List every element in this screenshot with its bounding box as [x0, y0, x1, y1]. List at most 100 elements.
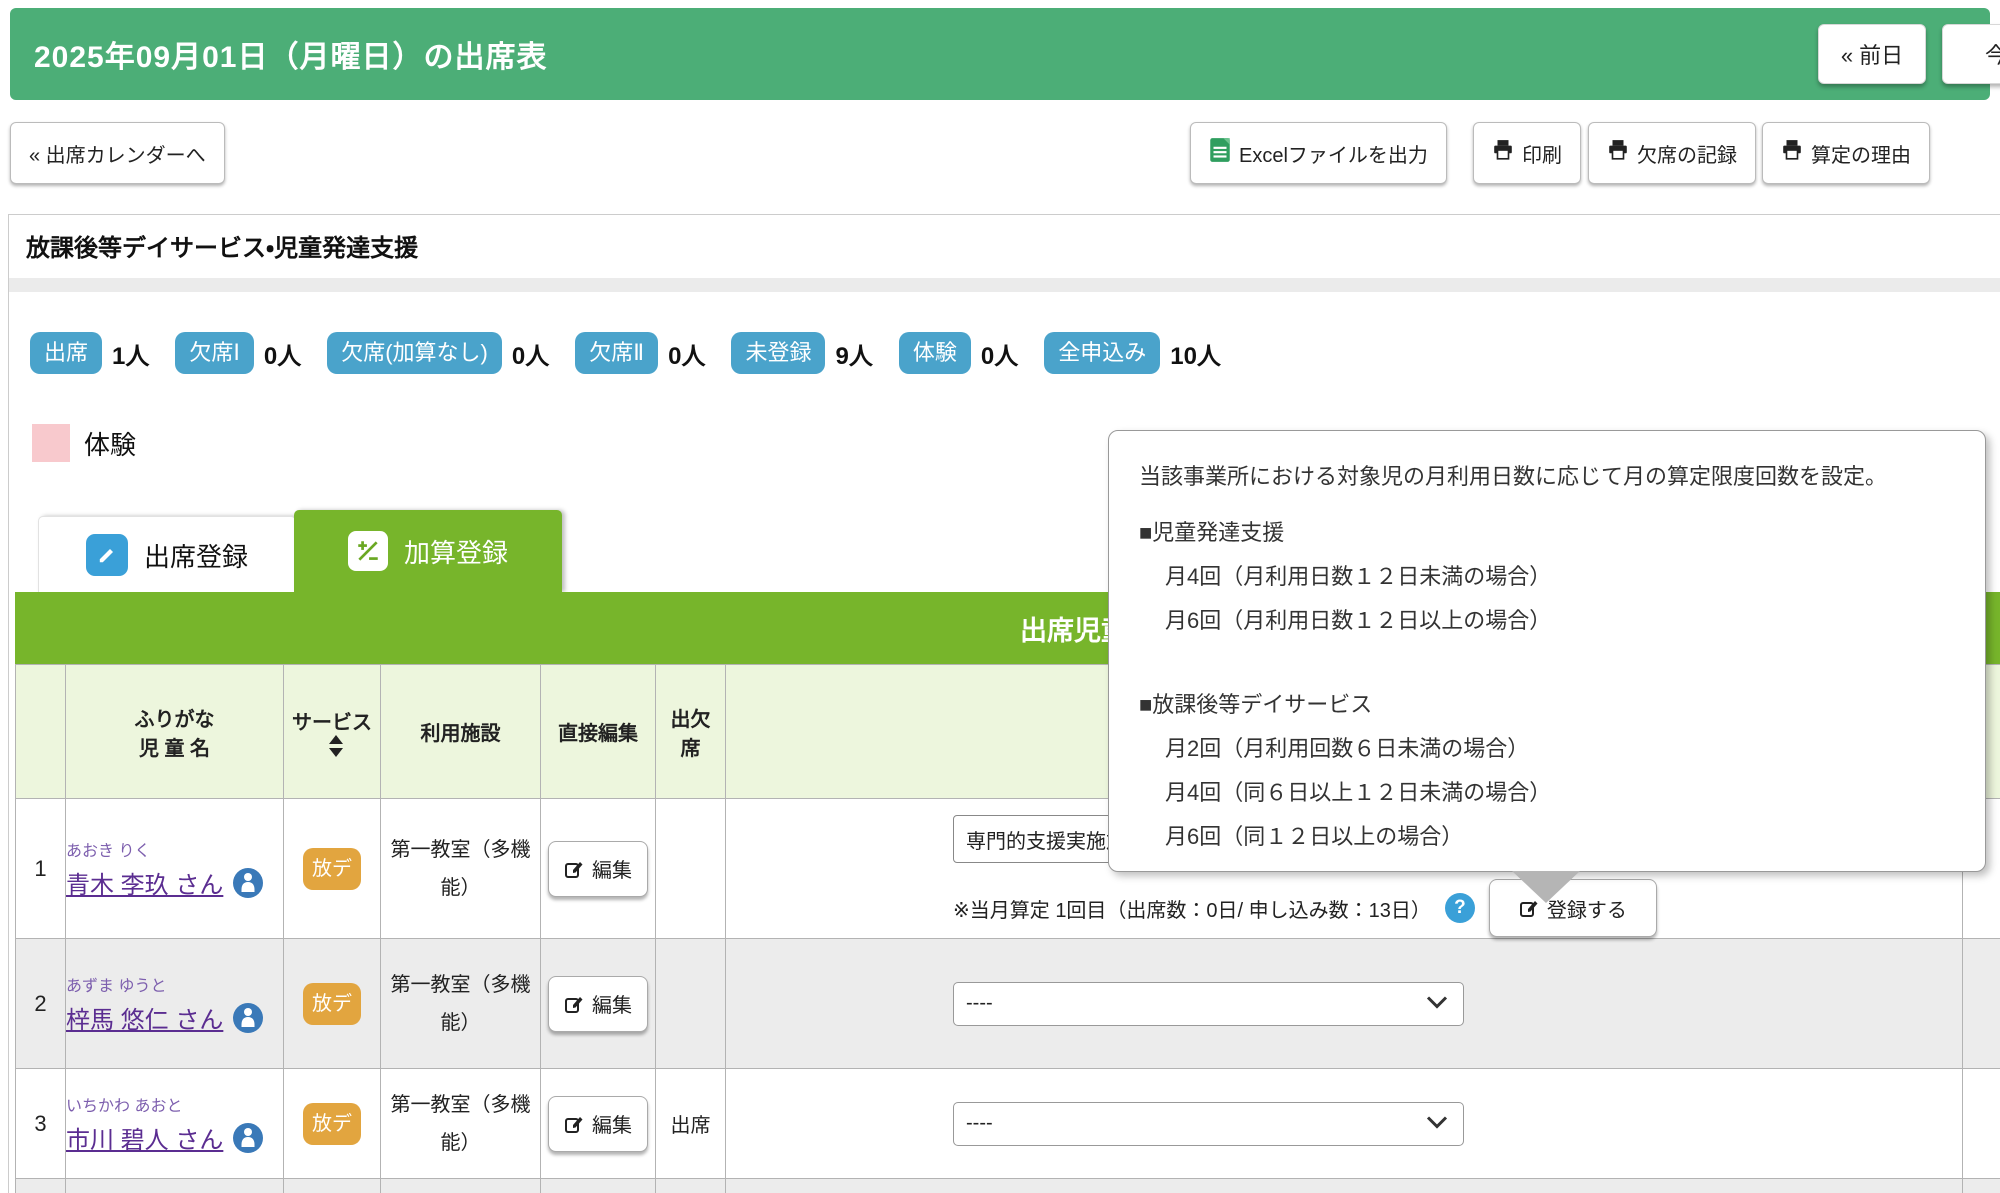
- printer-icon: [1781, 139, 1803, 167]
- absence-record-button[interactable]: 欠席の記録: [1588, 122, 1756, 184]
- service-badge: 放デ: [303, 848, 361, 890]
- calc-reason-button[interactable]: 算定の理由: [1762, 122, 1930, 184]
- addon-dropdown-value: ----: [966, 1112, 993, 1135]
- tooltip-item: 月4回（同６日以上１２日未満の場合）: [1139, 771, 1955, 815]
- status-count: 0人: [264, 336, 301, 371]
- direct-edit-cell: 編集: [541, 799, 656, 939]
- table-row: [16, 1179, 2000, 1193]
- person-icon[interactable]: [233, 868, 263, 898]
- calc-note: ※当月算定 1回目（出席数：0日/ 申し込み数：13日）: [953, 894, 1431, 923]
- table-row: 3 いちかわ あおと 市川 碧人 さん 放デ 第一教室（多機能） 編集 出席: [16, 1069, 2000, 1179]
- today-button[interactable]: 今日: [1942, 24, 2000, 84]
- pencil-icon: [86, 534, 128, 576]
- page-title: 2025年09月01日（月曜日）の出席表: [34, 8, 547, 100]
- person-icon[interactable]: [233, 1123, 263, 1153]
- child-name-cell: あずま ゆうと 梓馬 悠仁 さん: [66, 939, 284, 1069]
- edit-button[interactable]: 編集: [548, 1096, 648, 1152]
- help-icon[interactable]: ?: [1445, 893, 1475, 923]
- excel-export-label: Excelファイルを出力: [1239, 139, 1428, 168]
- direct-edit-cell: 編集: [541, 939, 656, 1069]
- header-facility: 利用施設: [381, 665, 541, 799]
- badge-pair: 出席 1人: [30, 332, 149, 374]
- tooltip-section-heading: ■児童発達支援: [1139, 511, 1955, 555]
- absence-record-label: 欠席の記録: [1637, 139, 1737, 168]
- badge-pair: 欠席Ⅰ 0人: [175, 332, 301, 374]
- tab-attendance-register[interactable]: 出席登録: [38, 516, 296, 593]
- edit-button[interactable]: 編集: [548, 976, 648, 1032]
- calc-limit-tooltip: 当該事業所における対象児の月利用日数に応じて月の算定限度回数を設定。 ■児童発達…: [1108, 430, 1986, 872]
- tab-addon-register[interactable]: 加算登録: [294, 510, 562, 592]
- status-badge: 未登録: [731, 332, 825, 374]
- facility-cell: 第一教室（多機能）: [381, 1069, 541, 1179]
- tooltip-item: 月2回（月利用回数６日未満の場合）: [1139, 727, 1955, 771]
- badge-pair: 欠席Ⅱ 0人: [575, 332, 705, 374]
- row-number: 3: [16, 1069, 66, 1179]
- edit-button-label: 編集: [592, 854, 632, 883]
- table-row: 2 あずま ゆうと 梓馬 悠仁 さん 放デ 第一教室（多機能） 編集: [16, 939, 2000, 1069]
- header-attendance-line2: 席: [656, 732, 725, 761]
- excel-file-icon: [1209, 137, 1231, 169]
- child-name-cell: いちかわ あおと 市川 碧人 さん: [66, 1069, 284, 1179]
- section-divider: [9, 278, 2000, 292]
- chevron-down-icon: [1425, 1112, 1449, 1135]
- tooltip-item: 月6回（同１２日以上の場合）: [1139, 815, 1955, 859]
- header-direct-edit: 直接編集: [541, 665, 656, 799]
- child-name-link[interactable]: 青木 李玖 さん: [66, 865, 223, 900]
- attendance-cell: [656, 939, 726, 1069]
- child-furigana: いちかわ あおと: [66, 1092, 283, 1116]
- child-furigana: あおき りく: [66, 837, 283, 861]
- child-name-cell: あおき りく 青木 李玖 さん: [66, 799, 284, 939]
- badge-pair: 未登録 9人: [731, 332, 872, 374]
- tooltip-arrow: [1512, 871, 1580, 903]
- overflow-cell: [1963, 1069, 2000, 1179]
- service-section-title: 放課後等デイサービス・児童発達支援: [26, 228, 418, 263]
- person-icon[interactable]: [233, 1003, 263, 1033]
- edit-button-label: 編集: [592, 1109, 632, 1138]
- prev-day-button[interactable]: « 前日: [1818, 24, 1926, 84]
- header-service-label: サービス: [292, 712, 372, 734]
- printer-icon: [1607, 139, 1629, 167]
- row-number: 2: [16, 939, 66, 1069]
- trial-legend: 体験: [32, 424, 136, 462]
- addon-dropdown-value: ----: [966, 992, 993, 1015]
- status-count: 1人: [112, 336, 149, 371]
- attendance-calendar-back-button[interactable]: « 出席カレンダーへ: [10, 122, 225, 184]
- tab-attendance-label: 出席登録: [144, 537, 248, 574]
- status-count: 0人: [981, 336, 1018, 371]
- tooltip-intro: 当該事業所における対象児の月利用日数に応じて月の算定限度回数を設定。: [1139, 457, 1955, 497]
- edit-button[interactable]: 編集: [548, 841, 648, 897]
- facility-cell: 第一教室（多機能）: [381, 939, 541, 1069]
- addon-dropdown[interactable]: ----: [953, 982, 1464, 1026]
- trial-legend-label: 体験: [84, 425, 136, 462]
- service-cell: 放デ: [284, 1069, 381, 1179]
- child-name-link[interactable]: 梓馬 悠仁 さん: [66, 1000, 223, 1035]
- edit-button-label: 編集: [592, 989, 632, 1018]
- tab-addon-label: 加算登録: [404, 533, 508, 570]
- badge-pair: 全申込み 10人: [1044, 332, 1221, 374]
- header-name-line: 児 童 名: [66, 732, 283, 761]
- attendance-cell: [656, 799, 726, 939]
- status-badge: 欠席Ⅱ: [575, 332, 658, 374]
- sort-icon[interactable]: [329, 735, 343, 757]
- row-number: 1: [16, 799, 66, 939]
- addon-cell: ----: [726, 1069, 1963, 1179]
- facility-cell: 第一教室（多機能）: [381, 799, 541, 939]
- print-button[interactable]: 印刷: [1473, 122, 1581, 184]
- service-cell: 放デ: [284, 799, 381, 939]
- excel-export-button[interactable]: Excelファイルを出力: [1190, 122, 1447, 184]
- printer-icon: [1492, 139, 1514, 167]
- header-attendance: 出欠 席: [656, 665, 726, 799]
- header-attendance-line1: 出欠: [656, 703, 725, 732]
- status-count: 0人: [668, 336, 705, 371]
- header-kana-line: ふりがな: [66, 703, 283, 732]
- status-badge: 体験: [899, 332, 971, 374]
- badge-pair: 体験 0人: [899, 332, 1018, 374]
- child-name-link[interactable]: 市川 碧人 さん: [66, 1120, 223, 1155]
- badge-pair: 欠席(加算なし) 0人: [327, 332, 549, 374]
- status-badge: 欠席(加算なし): [327, 332, 502, 374]
- tooltip-section-heading: ■放課後等デイサービス: [1139, 683, 1955, 727]
- trial-color-swatch: [32, 424, 70, 462]
- page-header: 2025年09月01日（月曜日）の出席表: [10, 8, 1990, 100]
- child-furigana: あずま ゆうと: [66, 972, 283, 996]
- addon-dropdown[interactable]: ----: [953, 1102, 1464, 1146]
